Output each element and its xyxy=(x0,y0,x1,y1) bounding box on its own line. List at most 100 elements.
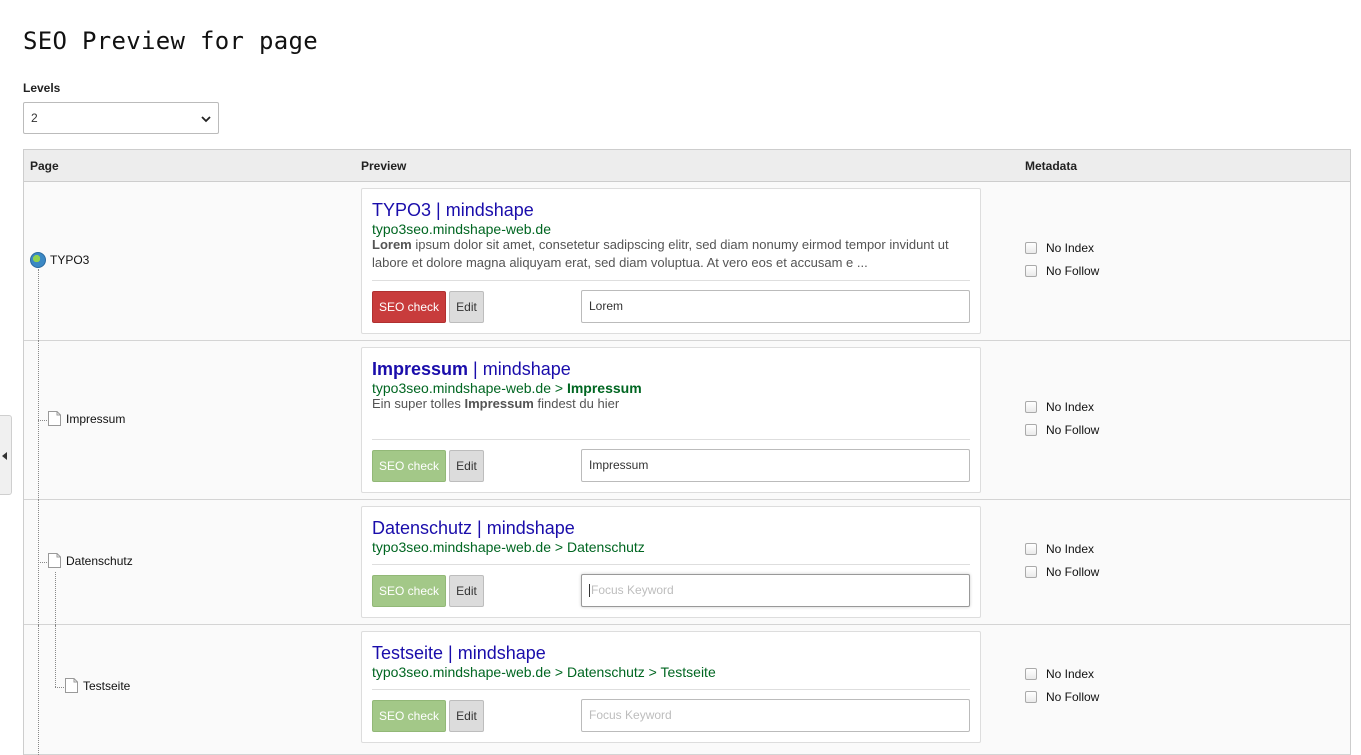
page-name: Datenschutz xyxy=(66,553,133,568)
checkbox-box[interactable] xyxy=(1025,264,1037,277)
serp-description: Ein super tolles Impressum findest du hi… xyxy=(372,395,972,413)
table-header: Page Preview Metadata xyxy=(24,150,1350,182)
serp-title[interactable]: Datenschutz | mindshape xyxy=(372,518,575,539)
no-follow-checkbox[interactable]: No Follow xyxy=(1025,560,1099,583)
desc-keyword: Impressum xyxy=(464,396,534,411)
seo-preview-table: Page Preview Metadata TYPO3 TYPO3 | mind… xyxy=(23,149,1351,755)
serp-description: Lorem ipsum dolor sit amet, consetetur s… xyxy=(372,236,972,272)
checkbox-box[interactable] xyxy=(1025,667,1037,680)
divider xyxy=(372,439,970,440)
page-title: SEO Preview for page xyxy=(23,27,318,55)
tree-line xyxy=(38,562,47,563)
serp-title[interactable]: Testseite | mindshape xyxy=(372,643,546,664)
table-row: Testseite Testseite | mindshape typo3seo… xyxy=(24,625,1350,755)
tree-line xyxy=(55,625,56,687)
no-index-checkbox[interactable]: No Index xyxy=(1025,395,1099,418)
serp-title[interactable]: Impressum | mindshape xyxy=(372,359,571,380)
checkbox-box[interactable] xyxy=(1025,542,1037,555)
levels-label: Levels xyxy=(23,81,61,95)
checkbox-box[interactable] xyxy=(1025,241,1037,254)
page-name: Testseite xyxy=(83,678,131,693)
globe-icon xyxy=(30,252,46,268)
no-follow-checkbox[interactable]: No Follow xyxy=(1025,259,1099,282)
no-index-label: No Index xyxy=(1046,666,1095,681)
seo-check-button[interactable]: SEO check xyxy=(372,291,446,323)
focus-keyword-input[interactable]: Focus Keyword xyxy=(581,574,970,607)
levels-select-value: 2 xyxy=(31,111,38,125)
tree-line xyxy=(38,625,39,755)
edit-button[interactable]: Edit xyxy=(449,575,484,607)
table-row: Datenschutz Datenschutz | mindshape typo… xyxy=(24,500,1350,625)
metadata-options: No Index No Follow xyxy=(1025,395,1099,441)
serp-url-keyword: Impressum xyxy=(566,380,642,396)
page-tree-item-typo3[interactable]: TYPO3 xyxy=(30,252,89,268)
serp-url-prefix: typo3seo.mindshape-web.de > xyxy=(372,380,567,396)
no-index-checkbox[interactable]: No Index xyxy=(1025,537,1099,560)
serp-title[interactable]: TYPO3 | mindshape xyxy=(372,200,534,221)
page-tree-item-impressum[interactable]: Impressum xyxy=(48,411,125,426)
focus-keyword-input[interactable]: Focus Keyword xyxy=(581,699,970,732)
page-name: Impressum xyxy=(66,411,126,426)
seo-check-button[interactable]: SEO check xyxy=(372,700,446,732)
serp-preview: Datenschutz | mindshape typo3seo.mindsha… xyxy=(361,506,981,618)
no-index-checkbox[interactable]: No Index xyxy=(1025,662,1099,685)
no-index-label: No Index xyxy=(1046,240,1095,255)
checkbox-box[interactable] xyxy=(1025,565,1037,578)
serp-title-keyword: Impressum xyxy=(372,359,469,379)
metadata-options: No Index No Follow xyxy=(1025,537,1099,583)
no-follow-label: No Follow xyxy=(1046,564,1100,579)
table-row: TYPO3 TYPO3 | mindshape typo3seo.mindsha… xyxy=(24,182,1350,341)
edit-button[interactable]: Edit xyxy=(449,450,484,482)
serp-url: typo3seo.mindshape-web.de > Datenschutz xyxy=(372,539,645,555)
table-row: Impressum Impressum | mindshape typo3seo… xyxy=(24,341,1350,500)
no-follow-checkbox[interactable]: No Follow xyxy=(1025,418,1099,441)
document-icon xyxy=(48,553,61,568)
no-follow-label: No Follow xyxy=(1046,422,1100,437)
divider xyxy=(372,689,970,690)
header-preview: Preview xyxy=(361,159,407,173)
tree-line xyxy=(55,572,56,625)
checkbox-box[interactable] xyxy=(1025,400,1037,413)
edit-button[interactable]: Edit xyxy=(449,700,484,732)
divider xyxy=(372,280,970,281)
seo-check-button[interactable]: SEO check xyxy=(372,450,446,482)
no-index-checkbox[interactable]: No Index xyxy=(1025,236,1099,259)
desc-keyword: Lorem xyxy=(372,237,412,252)
metadata-options: No Index No Follow xyxy=(1025,662,1099,708)
page-tree-item-datenschutz[interactable]: Datenschutz xyxy=(48,553,133,568)
tree-line xyxy=(38,269,39,341)
tree-line xyxy=(38,420,47,421)
page-name: TYPO3 xyxy=(50,253,90,267)
text-caret xyxy=(589,584,590,598)
focus-keyword-input[interactable]: Impressum xyxy=(581,449,970,482)
no-follow-label: No Follow xyxy=(1046,263,1100,278)
no-index-label: No Index xyxy=(1046,399,1095,414)
divider xyxy=(372,564,970,565)
seo-check-button[interactable]: SEO check xyxy=(372,575,446,607)
header-metadata: Metadata xyxy=(1025,159,1078,173)
serp-title-rest: | mindshape xyxy=(468,359,571,379)
focus-keyword-placeholder: Focus Keyword xyxy=(591,583,674,597)
serp-preview: Impressum | mindshape typo3seo.mindshape… xyxy=(361,347,981,493)
serp-preview: Testseite | mindshape typo3seo.mindshape… xyxy=(361,631,981,743)
edit-button[interactable]: Edit xyxy=(449,291,484,323)
metadata-options: No Index No Follow xyxy=(1025,236,1099,282)
no-follow-checkbox[interactable]: No Follow xyxy=(1025,685,1099,708)
serp-url: typo3seo.mindshape-web.de xyxy=(372,221,552,237)
checkbox-box[interactable] xyxy=(1025,690,1037,703)
checkbox-box[interactable] xyxy=(1025,423,1037,436)
serp-preview: TYPO3 | mindshape typo3seo.mindshape-web… xyxy=(361,188,981,334)
tree-line xyxy=(55,687,64,688)
no-follow-label: No Follow xyxy=(1046,689,1100,704)
desc-pre: Ein super tolles xyxy=(372,396,465,411)
desc-post: findest du hier xyxy=(533,396,620,411)
page-tree-item-testseite[interactable]: Testseite xyxy=(65,678,130,693)
levels-select[interactable]: 2 xyxy=(23,102,219,134)
serp-url: typo3seo.mindshape-web.de > Impressum xyxy=(372,380,642,396)
sidebar-toggle[interactable] xyxy=(0,415,12,495)
no-index-label: No Index xyxy=(1046,541,1095,556)
chevron-down-icon xyxy=(201,116,211,123)
focus-keyword-input[interactable]: Lorem xyxy=(581,290,970,323)
header-page: Page xyxy=(30,159,59,173)
desc-text: ipsum dolor sit amet, consetetur sadipsc… xyxy=(372,237,949,270)
